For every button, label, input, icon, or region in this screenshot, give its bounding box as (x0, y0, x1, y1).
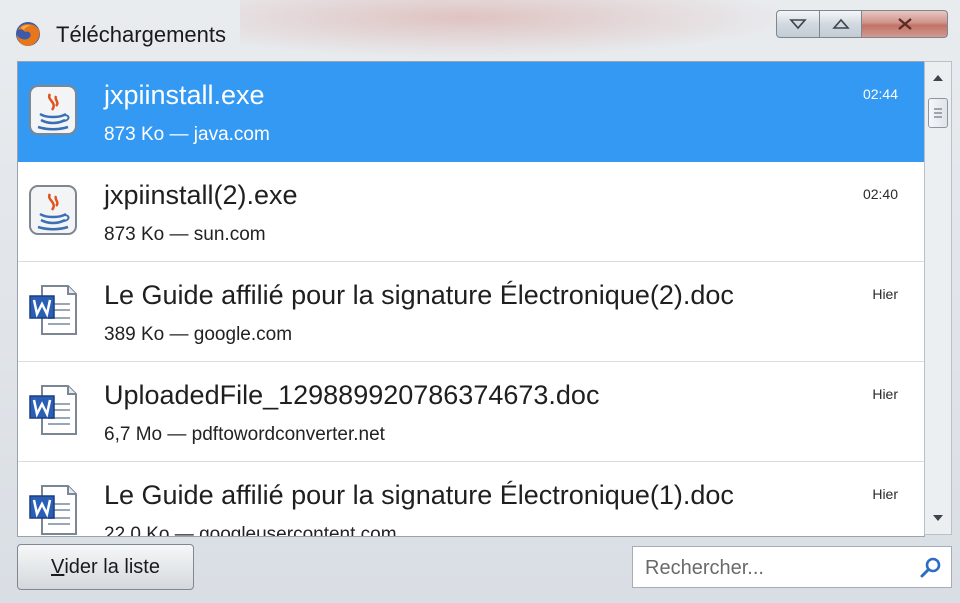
java-icon (29, 85, 77, 135)
close-icon (897, 18, 912, 30)
download-name: UploadedFile_129889920786374673.doc (104, 380, 600, 410)
list-scrollbar[interactable] (924, 61, 952, 535)
scroll-up-arrow-icon[interactable] (930, 70, 946, 86)
scroll-thumb[interactable] (928, 98, 948, 128)
download-source: google.com (193, 324, 293, 345)
word-document-icon (29, 385, 77, 435)
window-controls (776, 10, 948, 38)
search-icon[interactable] (919, 555, 943, 579)
clear-list-button[interactable]: Vider la liste (17, 544, 194, 590)
download-source: googleusercontent.com (199, 524, 397, 537)
downloads-window: Téléchargements jxpiinstall.exe 873 Ko —… (0, 0, 960, 603)
download-detail: 22,0 Ko — googleusercontent.com (104, 524, 397, 537)
download-item[interactable]: jxpiinstall(2).exe 873 Ko — sun.com 02:4… (18, 162, 924, 262)
minimize-button[interactable] (776, 10, 820, 38)
download-size: 873 Ko (104, 224, 165, 245)
downloads-list[interactable]: jxpiinstall.exe 873 Ko — java.com 02:44 … (17, 61, 925, 537)
download-size: 873 Ko (104, 124, 165, 145)
word-document-icon (29, 485, 77, 535)
window-title: Téléchargements (56, 22, 226, 47)
download-item[interactable]: UploadedFile_129889920786374673.doc 6,7 … (18, 362, 924, 462)
download-source: pdftowordconverter.net (191, 424, 385, 445)
grip-icon (934, 108, 942, 118)
download-time: 02:44 (862, 86, 898, 102)
maximize-icon (831, 18, 850, 29)
download-time: Hier (872, 286, 898, 302)
firefox-icon (16, 22, 40, 46)
download-detail: 873 Ko — java.com (104, 124, 270, 145)
download-name: Le Guide affilié pour la signature Élect… (104, 280, 734, 310)
download-size: 22,0 Ko (104, 524, 170, 537)
download-name: jxpiinstall(2).exe (104, 180, 298, 210)
download-item[interactable]: jxpiinstall.exe 873 Ko — java.com 02:44 (18, 62, 924, 162)
download-time: Hier (872, 386, 898, 402)
download-source: java.com (193, 124, 270, 145)
maximize-button[interactable] (820, 10, 862, 38)
clear-list-label: ider la liste (64, 555, 160, 578)
download-detail: 6,7 Mo — pdftowordconverter.net (104, 424, 385, 445)
title-bar[interactable]: Téléchargements (0, 0, 960, 58)
download-time: Hier (872, 486, 898, 502)
download-item[interactable]: Le Guide affilié pour la signature Élect… (18, 462, 924, 537)
download-item[interactable]: Le Guide affilié pour la signature Élect… (18, 262, 924, 362)
minimize-icon (789, 19, 807, 30)
download-name: Le Guide affilié pour la signature Élect… (104, 480, 734, 510)
scroll-down-arrow-icon[interactable] (930, 510, 946, 526)
close-button[interactable] (862, 10, 948, 38)
download-name: jxpiinstall.exe (104, 80, 265, 110)
download-size: 389 Ko (104, 324, 165, 345)
download-detail: 389 Ko — google.com (104, 324, 293, 345)
java-icon (29, 185, 77, 235)
search-input[interactable] (643, 553, 907, 583)
download-size: 6,7 Mo (104, 424, 163, 445)
search-box[interactable] (632, 546, 952, 588)
download-source: sun.com (193, 224, 266, 245)
clear-list-accesskey: V (51, 555, 65, 578)
download-detail: 873 Ko — sun.com (104, 224, 266, 245)
word-document-icon (29, 285, 77, 335)
download-time: 02:40 (862, 186, 898, 202)
